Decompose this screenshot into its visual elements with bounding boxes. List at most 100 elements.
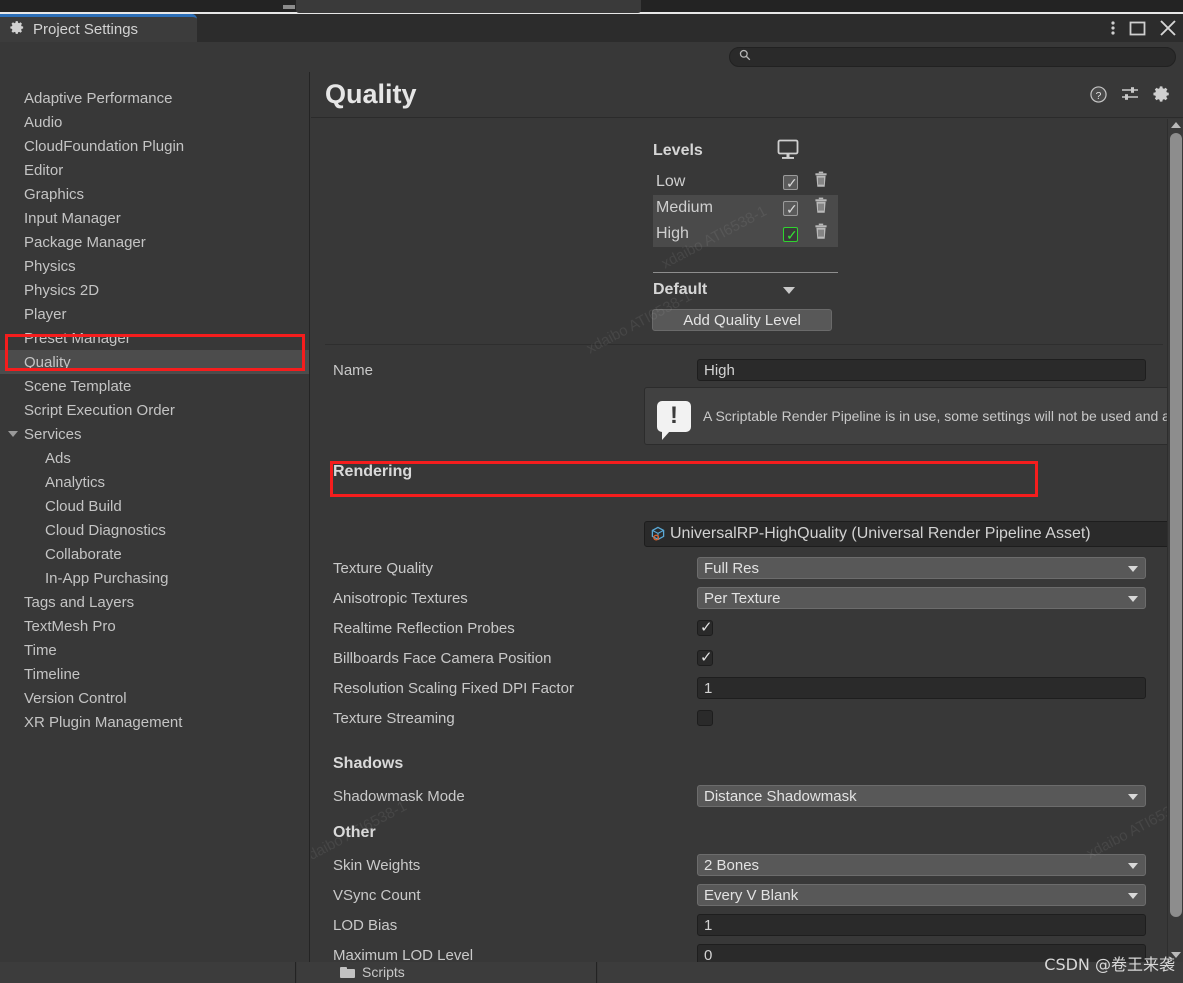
skin-weights-dropdown-value: 2 Bones (704, 856, 760, 874)
sidebar-item-label: Analytics (45, 473, 106, 491)
render-pipeline-asset-field[interactable]: UniversalRP-HighQuality (Universal Rende… (644, 521, 1167, 547)
sidebar-item-label: Ads (45, 449, 71, 467)
search-field[interactable] (729, 47, 1176, 67)
sidebar-item-label: Adaptive Performance (24, 89, 173, 107)
lod-bias-input[interactable]: 1 (697, 914, 1146, 936)
skin-weights-dropdown[interactable]: 2 Bones (697, 854, 1146, 876)
scroll-up-arrow-icon[interactable] (1171, 122, 1181, 128)
sidebar-item-label: Cloud Diagnostics (45, 521, 166, 539)
texture-quality-label: Texture Quality (333, 559, 434, 577)
levels-divider (653, 272, 838, 273)
resolution-scaling-fixed-dpi-factor-input[interactable]: 1 (697, 677, 1146, 699)
quality-level-checkbox[interactable]: ✓ (783, 174, 798, 190)
scrollbar-thumb[interactable] (1170, 133, 1182, 917)
sidebar-item-editor[interactable]: Editor (0, 158, 309, 182)
sidebar-item-input-manager[interactable]: Input Manager (0, 206, 309, 230)
sidebar-item-textmesh-pro[interactable]: TextMesh Pro (0, 614, 309, 638)
quality-level-row[interactable]: Low ✓ (653, 169, 838, 195)
default-level-row[interactable]: Default (653, 277, 838, 303)
sidebar-item-cloudfoundation-plugin[interactable]: CloudFoundation Plugin (0, 134, 309, 158)
sidebar-item-analytics[interactable]: Analytics (0, 470, 309, 494)
sidebar-item-xr-plugin-management[interactable]: XR Plugin Management (0, 710, 309, 734)
window-controls (1110, 14, 1177, 42)
sidebar-item-physics[interactable]: Physics (0, 254, 309, 278)
chevron-down-icon[interactable] (1128, 566, 1138, 572)
section-header-rendering: Rendering (333, 463, 413, 480)
shadowmask-mode-dropdown[interactable]: Distance Shadowmask (697, 785, 1146, 807)
sidebar-item-ads[interactable]: Ads (0, 446, 309, 470)
section-header-other: Other (333, 824, 376, 841)
sidebar-item-player[interactable]: Player (0, 302, 309, 326)
realtime-reflection-probes-checkbox[interactable]: ✓ (697, 619, 713, 636)
chevron-down-icon[interactable] (1128, 863, 1138, 869)
tab-project-settings[interactable]: Project Settings (0, 14, 197, 42)
more-options-icon[interactable] (1110, 18, 1116, 38)
delete-level-trash-icon[interactable] (812, 171, 830, 194)
texture-streaming-checkbox[interactable] (697, 710, 713, 726)
checkmark-icon: ✓ (786, 200, 798, 217)
sidebar-item-services[interactable]: Services (0, 422, 309, 446)
quality-level-checkbox[interactable]: ✓ (783, 200, 798, 217)
texture-quality-dropdown[interactable]: Full Res (697, 557, 1146, 579)
sidebar-item-adaptive-performance[interactable]: Adaptive Performance (0, 86, 309, 110)
sidebar-item-label: Cloud Build (45, 497, 122, 515)
sidebar-item-preset-manager[interactable]: Preset Manager (0, 326, 309, 350)
sidebar-item-scene-template[interactable]: Scene Template (0, 374, 309, 398)
sidebar-item-label: Physics (24, 257, 76, 275)
quality-level-checkbox[interactable]: ✓ (783, 226, 798, 242)
gear-icon (10, 20, 25, 39)
row-vsync-count: VSync Count Every V Blank (311, 880, 1167, 910)
sidebar-item-graphics[interactable]: Graphics (0, 182, 309, 206)
sidebar-item-label: Editor (24, 161, 64, 179)
preset-icon[interactable] (1121, 85, 1139, 108)
sidebar-item-physics-2d[interactable]: Physics 2D (0, 278, 309, 302)
delete-level-trash-icon[interactable] (812, 223, 830, 246)
scripts-folder-row[interactable]: Scripts (340, 964, 405, 980)
sidebar-item-quality[interactable]: Quality (0, 350, 309, 374)
add-quality-level-button[interactable]: Add Quality Level (652, 309, 832, 331)
sidebar-item-cloud-diagnostics[interactable]: Cloud Diagnostics (0, 518, 309, 542)
close-icon[interactable] (1159, 19, 1177, 37)
sidebar-item-label: Physics 2D (24, 281, 100, 299)
anisotropic-textures-dropdown[interactable]: Per Texture (697, 587, 1146, 609)
search-input[interactable] (756, 50, 1156, 64)
folder-icon (340, 966, 355, 978)
vsync-count-dropdown[interactable]: Every V Blank (697, 884, 1146, 906)
tab-label: Project Settings (33, 21, 139, 38)
sidebar-item-audio[interactable]: Audio (0, 110, 309, 134)
scriptable-object-icon (650, 526, 666, 542)
sidebar-item-collaborate[interactable]: Collaborate (0, 542, 309, 566)
settings-sidebar[interactable]: Adaptive Performance Audio CloudFoundation… (0, 72, 310, 962)
chevron-down-icon[interactable] (1128, 893, 1138, 899)
sidebar-item-label: Package Manager (24, 233, 146, 251)
maximize-icon[interactable] (1129, 20, 1146, 37)
helpbox-text: A Scriptable Render Pipeline is in use, … (703, 408, 1167, 424)
help-icon[interactable]: ? (1090, 85, 1107, 108)
sidebar-item-time[interactable]: Time (0, 638, 309, 662)
delete-level-trash-icon[interactable] (812, 197, 830, 220)
monitor-icon[interactable] (776, 139, 800, 166)
sidebar-item-version-control[interactable]: Version Control (0, 686, 309, 710)
billboards-face-camera-position-checkbox[interactable]: ✓ (697, 649, 713, 666)
quality-level-row[interactable]: Medium ✓ (653, 195, 838, 221)
row-maximum-lod-level: Maximum LOD Level 0 (311, 940, 1167, 962)
sidebar-item-cloud-build[interactable]: Cloud Build (0, 494, 309, 518)
name-input[interactable]: High (697, 359, 1146, 381)
quality-level-row[interactable]: High ✓ (653, 221, 838, 247)
sidebar-item-script-execution-order[interactable]: Script Execution Order (0, 398, 309, 422)
chevron-down-icon[interactable] (1128, 794, 1138, 800)
shadowmask-mode-label: Shadowmask Mode (333, 787, 465, 805)
sidebar-item-label: Tags and Layers (24, 593, 135, 611)
sidebar-item-label: Audio (24, 113, 63, 131)
levels-header: Levels (653, 142, 703, 159)
expand-triangle-icon[interactable] (8, 431, 18, 437)
settings-gear-icon[interactable] (1153, 85, 1171, 108)
content-header-icons: ? (1090, 85, 1171, 108)
sidebar-item-timeline[interactable]: Timeline (0, 662, 309, 686)
chevron-down-icon[interactable] (1128, 596, 1138, 602)
sidebar-item-in-app-purchasing[interactable]: In-App Purchasing (0, 566, 309, 590)
sidebar-item-tags-and-layers[interactable]: Tags and Layers (0, 590, 309, 614)
chevron-down-icon[interactable] (783, 286, 795, 294)
sidebar-item-package-manager[interactable]: Package Manager (0, 230, 309, 254)
vertical-scrollbar[interactable] (1167, 119, 1183, 962)
